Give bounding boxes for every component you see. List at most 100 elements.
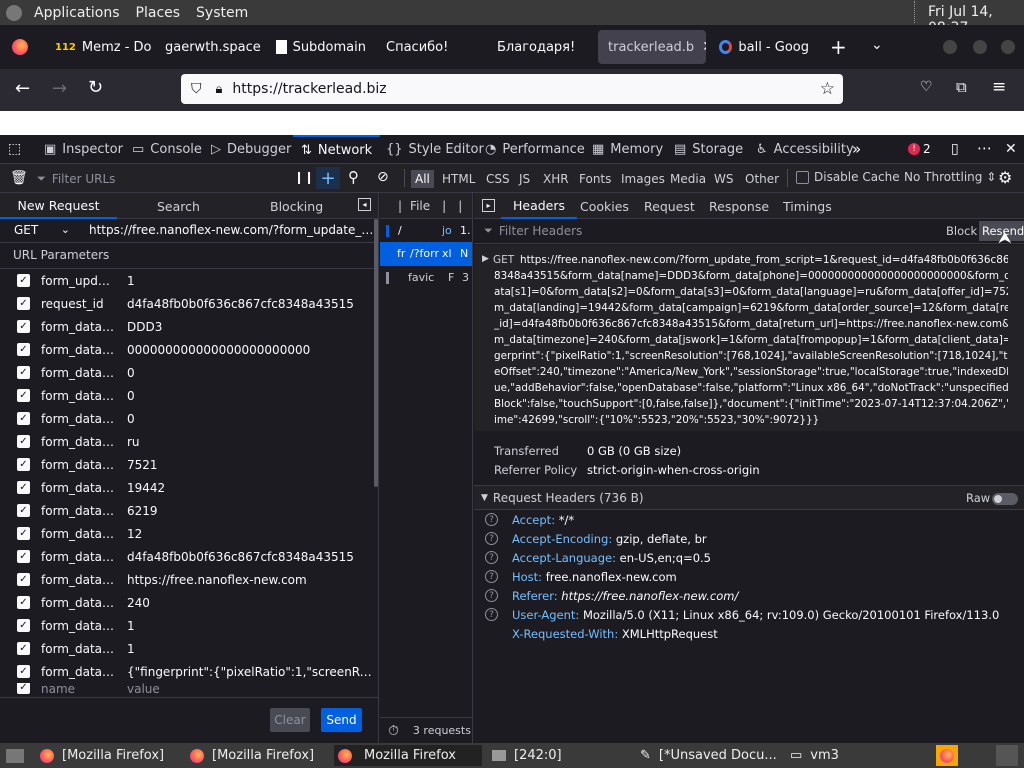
search-icon[interactable]: ⚲ <box>348 168 359 186</box>
param-value[interactable]: 1 <box>127 619 373 633</box>
param-name[interactable]: form_data[s1] <box>41 366 117 380</box>
param-value[interactable]: https://free.nanoflex-new.com <box>127 573 373 587</box>
method-select[interactable]: GET ⌄ <box>8 223 74 240</box>
url-text[interactable]: https://trackerlead.biz <box>232 81 386 97</box>
throttling-select[interactable]: No Throttling ⇕ <box>904 170 996 184</box>
param-name[interactable]: form_data[n... <box>41 320 117 334</box>
help-icon[interactable]: ? <box>485 532 498 545</box>
param-checkbox[interactable]: ✓ <box>17 550 30 563</box>
param-value[interactable]: 19442 <box>127 481 373 495</box>
help-icon[interactable]: ? <box>485 570 498 583</box>
workspace-switcher[interactable] <box>996 745 1018 766</box>
param-value[interactable]: d4fa48fb0b0f636c867cfc8348a43515 <box>127 297 373 311</box>
param-name[interactable]: form_data[ti... <box>41 596 117 610</box>
taskbar-item-firefox-1[interactable]: [Mozilla Firefox] <box>36 745 182 766</box>
tab-accessibility[interactable]: ♿︎ Accessibility <box>756 135 854 164</box>
send-button[interactable]: Send <box>321 708 362 732</box>
workspace-firefox-icon[interactable] <box>936 745 958 766</box>
error-count-badge[interactable]: ! 2 <box>908 142 931 156</box>
block-button[interactable]: Block <box>946 224 977 238</box>
param-name[interactable]: form_data[p... <box>41 343 117 357</box>
param-checkbox[interactable]: ✓ <box>17 683 30 694</box>
tab-memz[interactable]: 112 Memz - Do <box>45 30 155 64</box>
tab-debugger[interactable]: ▷ Debugger <box>211 135 291 164</box>
param-checkbox[interactable]: ✓ <box>17 596 30 609</box>
filter-fonts[interactable]: Fonts <box>575 170 615 188</box>
tab-network[interactable]: ⇅ Network <box>293 135 381 164</box>
expand-triangle-icon[interactable]: ▶ <box>482 254 489 264</box>
filter-js[interactable]: JS <box>515 170 534 188</box>
tab-style-editor[interactable]: {} Style Editor <box>386 135 484 164</box>
param-checkbox[interactable]: ✓ <box>17 274 30 287</box>
close-devtools-icon[interactable]: ✕ <box>1005 141 1017 157</box>
request-headers-section[interactable]: ▼ Request Headers (736 B) Raw <box>474 485 1024 510</box>
url-bar[interactable]: ⛉ 🔒︎ https://trackerlead.biz ☆ <box>181 74 843 104</box>
close-icon[interactable]: ✕ <box>702 39 706 55</box>
param-name[interactable]: form_data[s3] <box>41 412 117 426</box>
param-name[interactable]: form_data[r... <box>41 550 117 564</box>
param-value[interactable]: 0 <box>127 389 373 403</box>
param-name[interactable]: form_data[r... <box>41 573 117 587</box>
menu-places[interactable]: Places <box>136 5 181 21</box>
param-value[interactable]: 1 <box>127 642 373 656</box>
help-icon[interactable]: ? <box>485 608 498 621</box>
tab-gaerwth[interactable]: gaerwth.space <box>155 30 265 64</box>
help-icon[interactable]: ? <box>485 513 498 526</box>
param-name[interactable]: form_data[js... <box>41 619 117 633</box>
param-value[interactable]: DDD3 <box>127 320 373 334</box>
disable-cache-checkbox[interactable]: Disable Cache <box>796 170 900 184</box>
new-tab-icon[interactable]: + <box>830 35 847 59</box>
hamburger-menu-icon[interactable]: ≡ <box>992 77 1006 97</box>
clear-button[interactable]: Clear <box>270 708 310 732</box>
param-name[interactable]: form_data[la... <box>41 481 117 495</box>
param-checkbox[interactable]: ✓ <box>17 389 30 402</box>
param-value[interactable]: d4fa48fb0b0f636c867cfc8348a43515 <box>127 550 373 564</box>
reload-icon[interactable]: ↻ <box>88 77 103 98</box>
stopwatch-icon[interactable]: ⏱ <box>388 723 399 739</box>
filter-images[interactable]: Images <box>617 170 669 188</box>
param-checkbox[interactable]: ✓ <box>17 481 30 494</box>
taskbar-item-folder[interactable]: [242:0] <box>488 745 628 766</box>
tab-response[interactable]: Response <box>709 193 769 219</box>
element-picker-icon[interactable]: ⬚ <box>8 141 21 157</box>
request-url-input[interactable]: https://free.nanoflex-new.com/?form_upda… <box>89 223 375 237</box>
tab-timings[interactable]: Timings <box>783 193 832 219</box>
param-checkbox[interactable]: ✓ <box>17 435 30 448</box>
file-column-header[interactable]: File <box>410 199 430 213</box>
tab-list-chevron-icon[interactable]: ⌄ <box>871 37 883 53</box>
toggle-sidebar-icon[interactable]: ▸ <box>482 199 495 212</box>
close-window-icon[interactable] <box>1001 40 1015 54</box>
raw-toggle[interactable] <box>992 493 1018 505</box>
param-checkbox[interactable]: ✓ <box>17 642 30 655</box>
filter-xhr[interactable]: XHR <box>539 170 573 188</box>
param-name[interactable]: form_update... <box>41 274 117 288</box>
param-checkbox[interactable]: ✓ <box>17 366 30 379</box>
block-icon[interactable]: ⊘ <box>377 169 389 185</box>
taskbar-item-firefox-active[interactable]: Mozilla Firefox <box>334 745 482 766</box>
tab-blocking[interactable]: Blocking <box>270 193 323 219</box>
param-name-input[interactable]: name <box>41 683 117 695</box>
taskbar-item-firefox-2[interactable]: [Mozilla Firefox] <box>186 745 332 766</box>
tab-search[interactable]: Search <box>157 193 200 219</box>
param-checkbox[interactable]: ✓ <box>17 665 30 678</box>
param-name[interactable]: form_data[c... <box>41 504 117 518</box>
tab-trackerlead[interactable]: trackerlead.b ✕ <box>598 30 706 64</box>
param-checkbox[interactable]: ✓ <box>17 458 30 471</box>
param-checkbox[interactable]: ✓ <box>17 619 30 632</box>
tab-headers[interactable]: Headers <box>501 193 578 219</box>
help-icon[interactable]: ? <box>485 551 498 564</box>
param-name[interactable]: form_data[la... <box>41 435 117 449</box>
param-checkbox[interactable]: ✓ <box>17 343 30 356</box>
param-name[interactable]: form_data[fr... <box>41 642 117 656</box>
taskbar-item-vm3[interactable]: ▭ vm3 <box>786 745 926 766</box>
more-options-icon[interactable]: ⋯ <box>977 139 992 157</box>
param-value[interactable]: 240 <box>127 596 373 610</box>
close-panel-icon[interactable]: ◂ <box>358 198 371 211</box>
responsive-design-icon[interactable]: ▯ <box>951 141 959 157</box>
forward-arrow-icon[interactable]: → <box>52 78 67 99</box>
pocket-icon[interactable]: ♡ <box>920 79 933 95</box>
tab-google-ball[interactable]: ball - Goog <box>709 30 819 64</box>
param-name[interactable]: form_data[o... <box>41 527 117 541</box>
pause-icon[interactable]: ❙❙ <box>294 170 314 184</box>
menu-applications[interactable]: Applications <box>34 5 120 21</box>
